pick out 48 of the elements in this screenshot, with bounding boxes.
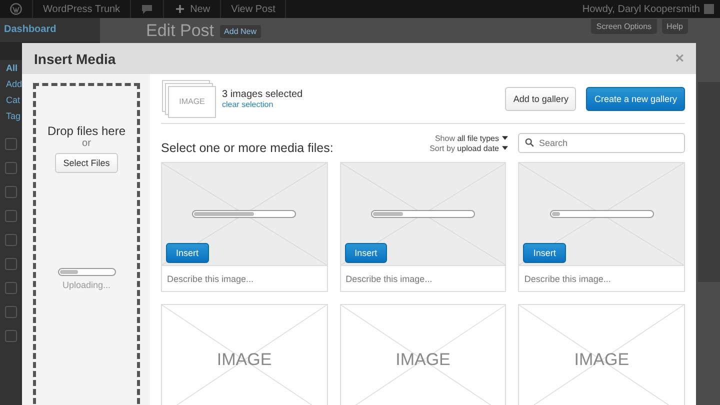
insert-button[interactable]: Insert (523, 243, 566, 263)
image-placeholder-label: IMAGE (396, 350, 450, 370)
drop-heading: Drop files here (47, 124, 126, 138)
avatar-icon (704, 4, 714, 14)
dashboard-menu-item[interactable]: Dashboard (0, 18, 100, 42)
media-card[interactable]: IMAGE (340, 304, 506, 405)
close-button[interactable]: × (675, 50, 684, 67)
clear-selection-link[interactable]: clear selection (222, 100, 496, 108)
select-prompt: Select one or more media files: (161, 141, 334, 155)
menu-icon[interactable] (5, 186, 17, 198)
media-card[interactable]: IMAGE (161, 304, 328, 405)
media-card[interactable]: Insert Describe this image... (518, 162, 685, 292)
selection-thumbnail: IMAGE (162, 80, 216, 118)
insert-button[interactable]: Insert (344, 243, 388, 263)
screen-options-tab[interactable]: Screen Options (591, 19, 657, 34)
select-files-button[interactable]: Select Files (55, 153, 118, 173)
menu-icon[interactable] (5, 162, 17, 174)
or-label: or (82, 138, 91, 149)
greeting-link[interactable]: Howdy, Daryl Koopersmith (582, 4, 700, 14)
plus-icon (174, 3, 186, 15)
page-title: Edit Post (146, 21, 214, 41)
add-new-button[interactable]: Add New (220, 24, 261, 38)
modal-title: Insert Media (34, 50, 116, 66)
menu-icon[interactable] (5, 258, 17, 270)
menu-icon[interactable] (5, 306, 17, 318)
add-to-gallery-button[interactable]: Add to gallery (505, 86, 576, 110)
menu-icon[interactable] (5, 234, 17, 246)
image-placeholder-label: IMAGE (574, 350, 630, 370)
image-placeholder-label: IMAGE (216, 350, 272, 370)
search-field[interactable]: Search (518, 133, 685, 153)
menu-icon[interactable] (5, 210, 17, 222)
drop-zone[interactable]: Drop files here or Select Files Uploading... (33, 83, 140, 405)
media-card[interactable]: Insert Describe this image... (161, 162, 328, 292)
filter-dropdown[interactable]: Show all file types (434, 134, 499, 142)
menu-icon[interactable] (5, 282, 17, 294)
media-card[interactable]: IMAGE (518, 304, 685, 405)
new-link[interactable]: New (190, 4, 210, 14)
menu-icon[interactable] (5, 330, 17, 342)
media-card[interactable]: Insert Describe this image... (340, 162, 506, 292)
help-tab[interactable]: Help (662, 19, 688, 34)
filter-dropdown[interactable]: Sort by upload date (430, 144, 499, 152)
insert-button[interactable]: Insert (166, 243, 209, 263)
selection-count: 3 images selected (222, 88, 304, 100)
logo-icon (10, 3, 22, 15)
menu-icon[interactable] (5, 138, 17, 150)
upload-status: Uploading... (62, 280, 111, 290)
comment-icon[interactable] (141, 3, 154, 15)
create-gallery-button[interactable]: Create a new gallery (586, 86, 685, 110)
